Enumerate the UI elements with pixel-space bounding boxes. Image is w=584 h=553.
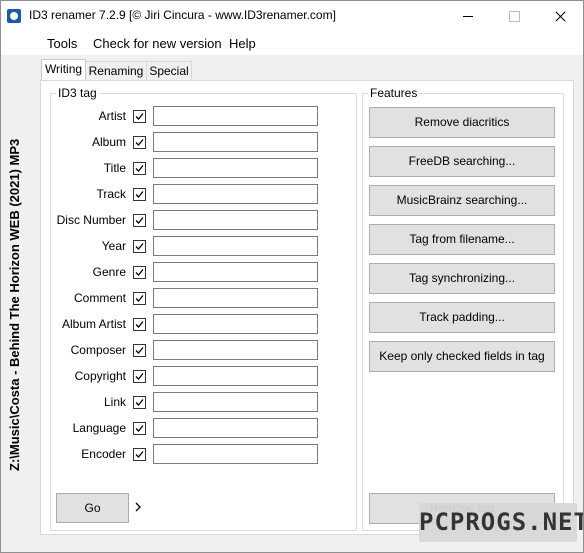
feature-button[interactable]: Tag from filename...	[369, 224, 555, 255]
checkmark-icon	[135, 217, 144, 224]
menu-tools[interactable]: Tools	[47, 36, 77, 51]
id3-field-label: Genre	[92, 265, 126, 279]
id3-field-checkbox[interactable]	[133, 266, 146, 279]
feature-button[interactable]: Track padding...	[369, 302, 555, 333]
id3-field-label: Disc Number	[56, 213, 126, 227]
chevron-right-icon[interactable]	[132, 501, 144, 513]
window-title: ID3 renamer 7.2.9 [© Jiri Cincura - www.…	[29, 8, 336, 22]
id3-field-row: Album Artist	[56, 314, 126, 336]
checkmark-icon	[135, 269, 144, 276]
id3-field-label: Comment	[73, 291, 126, 305]
id3-field-input[interactable]	[153, 158, 318, 178]
id3-field-checkbox[interactable]	[133, 162, 146, 175]
id3-field-label: Language	[72, 421, 126, 435]
id3-field-row: Artist	[56, 106, 126, 128]
menu-bar: Tools Check for new version Help	[1, 31, 583, 55]
id3-field-label: Copyright	[74, 369, 126, 383]
checkmark-icon	[135, 321, 144, 328]
feature-button[interactable]: Tag synchronizing...	[369, 263, 555, 294]
id3-field-label: Artist	[98, 109, 126, 123]
id3-field-row: Track	[56, 184, 126, 206]
go-button[interactable]: Go	[56, 493, 129, 523]
id3-field-row: Link	[56, 392, 126, 414]
id3-field-input[interactable]	[153, 340, 318, 360]
id3-field-label: Track	[96, 187, 126, 201]
id3-field-input[interactable]	[153, 366, 318, 386]
menu-check-version[interactable]: Check for new version	[93, 36, 222, 51]
watermark-logo: PCPROGS.NET	[419, 503, 583, 542]
checkmark-icon	[135, 139, 144, 146]
id3-field-label: Year	[101, 239, 126, 253]
minimize-button[interactable]	[445, 1, 491, 31]
checkmark-icon	[135, 425, 144, 432]
id3-field-label: Composer	[70, 343, 126, 357]
id3-field-row: Album	[56, 132, 126, 154]
tab-writing[interactable]: Writing	[41, 59, 86, 80]
id3-field-checkbox[interactable]	[133, 136, 146, 149]
id3-field-input[interactable]	[153, 236, 318, 256]
id3-field-row: Genre	[56, 262, 126, 284]
id3-field-input[interactable]	[153, 418, 318, 438]
id3-field-input[interactable]	[153, 314, 318, 334]
id3-field-input[interactable]	[153, 210, 318, 230]
id3-field-label: Title	[103, 161, 126, 175]
menu-help[interactable]: Help	[229, 36, 256, 51]
id3-field-row: Copyright	[56, 366, 126, 388]
checkmark-icon	[135, 191, 144, 198]
id3-field-input[interactable]	[153, 184, 318, 204]
id3-field-checkbox[interactable]	[133, 188, 146, 201]
id3-field-row: Comment	[56, 288, 126, 310]
id3-field-row: Year	[56, 236, 126, 258]
feature-button[interactable]: Remove diacritics	[369, 107, 555, 138]
id3-field-row: Language	[56, 418, 126, 440]
features-group-title: Features	[368, 86, 420, 100]
id3-tag-group-title: ID3 tag	[56, 86, 99, 100]
id3-field-checkbox[interactable]	[133, 214, 146, 227]
tab-special[interactable]: Special	[146, 61, 192, 80]
id3-field-input[interactable]	[153, 132, 318, 152]
id3-field-label: Album Artist	[61, 317, 126, 331]
id3-field-checkbox[interactable]	[133, 344, 146, 357]
id3-field-checkbox[interactable]	[133, 110, 146, 123]
maximize-button[interactable]	[491, 1, 537, 31]
id3-field-checkbox[interactable]	[133, 422, 146, 435]
id3-field-checkbox[interactable]	[133, 240, 146, 253]
checkmark-icon	[135, 295, 144, 302]
checkmark-icon	[135, 243, 144, 250]
app-icon	[7, 9, 21, 23]
id3-field-input[interactable]	[153, 288, 318, 308]
id3-field-row: Encoder	[56, 444, 126, 466]
id3-field-input[interactable]	[153, 392, 318, 412]
id3-field-row: Composer	[56, 340, 126, 362]
feature-button[interactable]: MusicBrainz searching...	[369, 185, 555, 216]
title-bar: ID3 renamer 7.2.9 [© Jiri Cincura - www.…	[1, 1, 583, 31]
id3-field-checkbox[interactable]	[133, 370, 146, 383]
id3-field-checkbox[interactable]	[133, 448, 146, 461]
checkmark-icon	[135, 113, 144, 120]
checkmark-icon	[135, 347, 144, 354]
app-window: ID3 renamer 7.2.9 [© Jiri Cincura - www.…	[0, 0, 584, 553]
checkmark-icon	[135, 373, 144, 380]
close-button[interactable]	[537, 1, 583, 31]
id3-field-checkbox[interactable]	[133, 396, 146, 409]
checkmark-icon	[135, 399, 144, 406]
feature-button[interactable]: FreeDB searching...	[369, 146, 555, 177]
tab-renaming[interactable]: Renaming	[85, 61, 147, 80]
id3-field-input[interactable]	[153, 444, 318, 464]
id3-field-label: Album	[91, 135, 126, 149]
checkmark-icon	[135, 451, 144, 458]
id3-field-checkbox[interactable]	[133, 292, 146, 305]
feature-button[interactable]: Keep only checked fields in tag	[369, 341, 555, 372]
current-folder-path: Z:\Music\Costa - Behind The Horizon WEB …	[7, 138, 22, 471]
id3-field-label: Encoder	[81, 447, 126, 461]
id3-field-input[interactable]	[153, 262, 318, 282]
id3-field-input[interactable]	[153, 106, 318, 126]
checkmark-icon	[135, 165, 144, 172]
id3-field-label: Link	[103, 395, 126, 409]
id3-field-row: Title	[56, 158, 126, 180]
id3-field-checkbox[interactable]	[133, 318, 146, 331]
id3-field-row: Disc Number	[56, 210, 126, 232]
